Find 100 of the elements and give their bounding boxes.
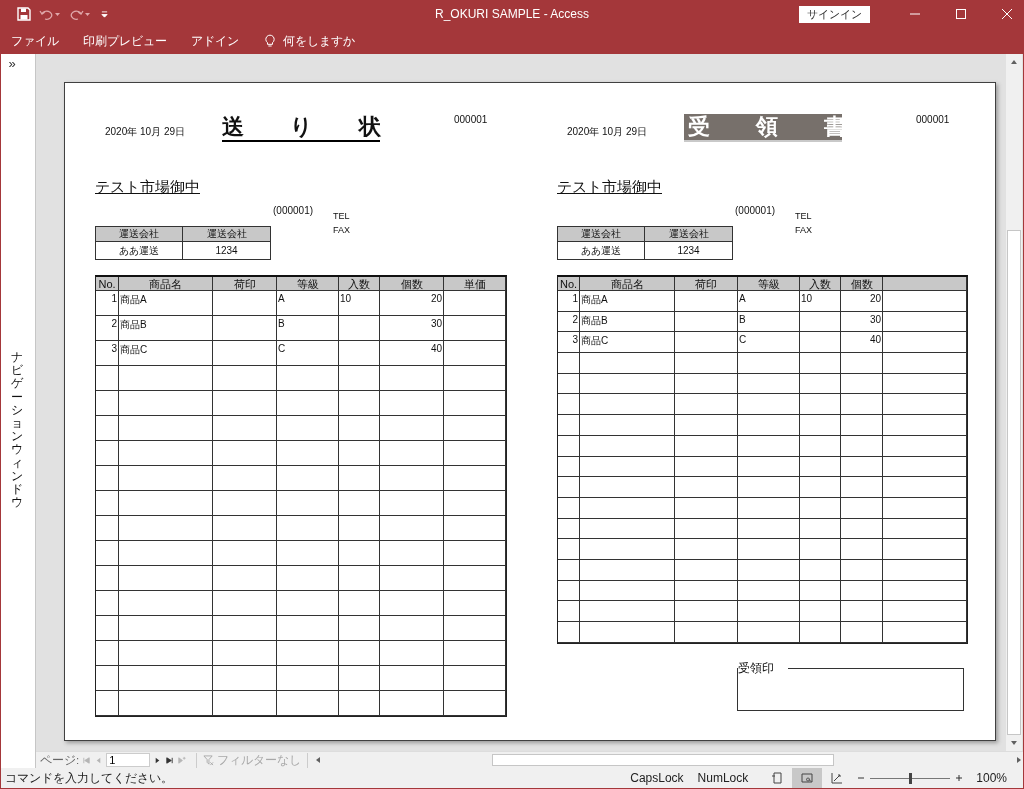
table-cell [277,566,339,591]
table-cell [841,580,883,602]
tell-me-field[interactable]: 何をしますか [283,32,355,50]
expand-pane-button[interactable]: » [8,56,16,71]
horizontal-scrollbar[interactable] [314,752,1023,768]
table-cell [558,580,580,602]
table-cell [380,616,444,641]
report-title: 送り状 [222,114,380,142]
table-cell: 30 [841,311,883,333]
table-cell [96,641,119,666]
table-cell [675,332,738,354]
table-cell [444,366,506,391]
print-preview-button[interactable] [792,768,823,788]
scroll-up-icon[interactable] [1010,58,1018,66]
redo-icon[interactable] [69,8,91,20]
table-cell [738,622,800,643]
table-cell: 商品C [580,332,675,354]
vertical-scrollbar[interactable] [1006,54,1022,751]
table-cell: A [277,291,339,316]
menu-tab[interactable]: アドイン [191,32,239,50]
page-number-field[interactable]: 1 [106,753,151,767]
table-cell: C [277,341,339,366]
table-cell [841,456,883,478]
table-cell: 商品A [119,291,213,316]
undo-icon[interactable] [39,8,61,20]
table-cell [800,435,841,457]
last-page-icon[interactable] [165,755,175,765]
close-icon[interactable] [1002,9,1012,19]
table-cell [444,566,506,591]
print-preview-icon [801,772,814,784]
save-icon[interactable] [17,7,31,21]
table-cell [738,435,800,457]
table-cell [558,518,580,540]
table-cell [841,353,883,374]
report-title: 受領書 [684,114,842,142]
table-cell [675,353,738,374]
zoom-out-icon[interactable] [857,774,866,782]
table-cell [96,516,119,541]
table-cell [558,415,580,436]
table-cell [841,622,883,643]
table-cell [277,466,339,491]
table-cell [380,641,444,666]
table-cell [96,566,119,591]
table-cell [277,366,339,391]
customer-code: (000001) [273,205,314,216]
table-cell: 商品C [119,341,213,366]
report-date: 2020年 10月 29日 [105,125,187,139]
slider-thumb[interactable] [909,772,913,784]
scroll-left-icon[interactable] [314,756,323,764]
sign-in-button[interactable]: サインイン [799,5,870,23]
table-cell: 1 [558,291,580,312]
table-cell [380,466,444,491]
table-cell: 20 [380,291,444,316]
recipient-name: テスト市場御中 [95,178,200,197]
menu-tab[interactable]: ファイル [11,32,59,50]
table-cell [213,366,277,391]
table-cell: 10 [800,291,841,312]
tel-label: TEL [795,211,813,221]
table-cell [738,580,800,602]
table-cell [558,559,580,581]
scroll-thumb[interactable] [1007,229,1021,736]
menu-tab[interactable]: 印刷プレビュー [83,32,167,50]
table-cell [96,666,119,691]
maximize-icon[interactable] [956,9,966,19]
table-cell [213,591,277,616]
table-cell [800,559,841,581]
table-cell [380,391,444,416]
table-cell [444,591,506,616]
column-header: 商品名 [580,277,675,291]
table-cell [96,366,119,391]
table-cell: 商品B [580,311,675,333]
table-cell-text: 1234 [214,244,239,258]
table-cell [738,559,800,581]
table-cell [213,516,277,541]
table-cell-text: 1234 [676,244,701,258]
table-cell [675,415,738,436]
column-header: 運送会社 [96,227,183,242]
table-cell [444,666,506,691]
table-cell [380,666,444,691]
customize-toolbar-icon[interactable] [101,10,108,18]
tel-label: TEL [333,211,351,221]
navigation-pane-label[interactable]: ナビゲーションウィンドウ [11,351,23,510]
table-cell [841,518,883,540]
report-date: 2020年 10月 29日 [567,125,649,139]
zoom-in-icon[interactable] [955,774,964,782]
scroll-thumb[interactable] [492,754,835,766]
table-cell: 商品A [580,291,675,312]
table-cell [380,366,444,391]
table-cell [738,394,800,416]
table-cell [841,477,883,498]
table-cell [800,580,841,602]
table-cell: 30 [380,316,444,341]
scroll-down-icon[interactable] [1010,739,1018,747]
document-number: 000001 [916,114,950,125]
scroll-right-icon[interactable] [1015,756,1023,764]
column-header: 荷印 [213,277,277,291]
table-cell [213,391,277,416]
table-cell [675,435,738,457]
column-header: 入数 [800,277,841,291]
column-header: 個数 [380,277,444,291]
